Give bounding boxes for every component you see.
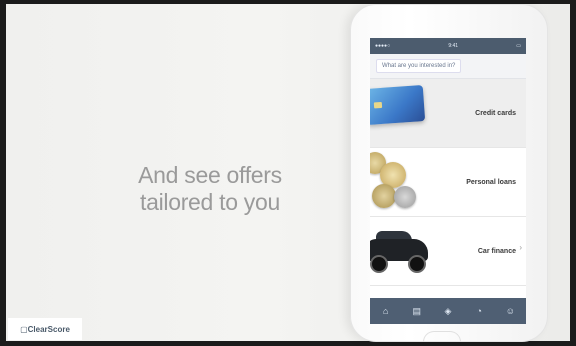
offer-label: Credit cards [475,109,516,117]
chevron-right-icon: › [519,243,522,252]
tab-offers-icon[interactable]: ◈ [441,304,455,318]
coins-icon [370,148,440,216]
brand-name: ClearScore [27,324,70,334]
offer-credit-cards[interactable]: Credit cards [370,79,526,148]
brand-logo-icon: ▢ [20,324,28,334]
tab-coach-icon[interactable]: ◔ [472,304,486,318]
tagline-line-2: tailored to you [140,189,280,215]
offer-label: Car finance [477,247,516,255]
offer-personal-loans[interactable]: Personal loans [370,148,526,217]
car-icon [370,217,440,285]
battery-icon: ▭ [516,43,521,49]
tagline-line-1: And see offers [138,162,282,188]
tab-report-icon[interactable]: ▤ [410,304,424,318]
credit-card-icon [370,79,440,147]
tagline: And see offers tailored to you [114,162,306,216]
status-time: 9:41 [448,43,459,49]
tab-home-icon[interactable]: ⌂ [379,304,393,318]
tab-bar: ⌂ ▤ ◈ ◔ ☺ [370,298,526,324]
tab-profile-icon[interactable]: ☺ [503,304,517,318]
phone-screen: ●●●●○ 9:41 ▭ What are you interested in?… [370,38,526,324]
brand-logo: ▢ ClearScore [8,318,82,340]
home-button-icon [423,331,461,342]
status-bar: ●●●●○ 9:41 ▭ [370,38,526,54]
signal-icon: ●●●●○ [375,43,391,49]
offer-label: Personal loans [466,178,516,186]
question-header: What are you interested in? [370,54,526,79]
offer-car-finance[interactable]: Car finance › [370,217,526,286]
question-prompt: What are you interested in? [376,59,462,73]
